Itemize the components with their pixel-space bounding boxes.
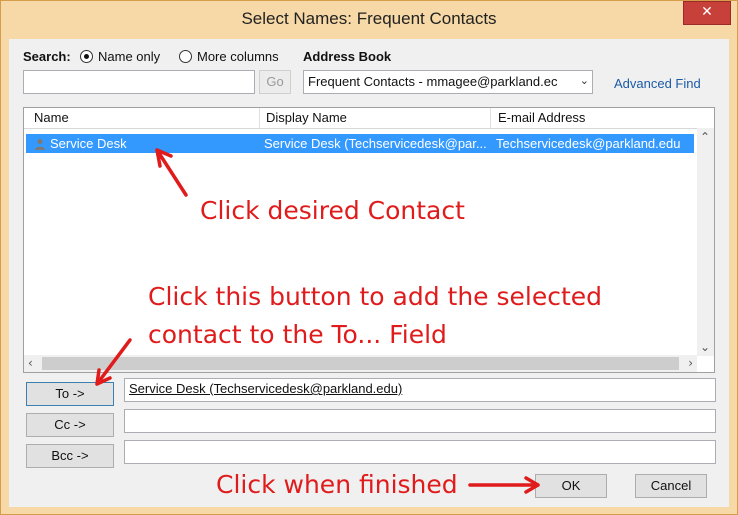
search-input[interactable]	[23, 70, 255, 94]
radio-more-columns[interactable]	[179, 50, 192, 63]
list-header: Name Display Name E-mail Address	[24, 108, 714, 129]
window-title: Select Names: Frequent Contacts	[241, 9, 497, 28]
close-icon: ✕	[701, 4, 713, 20]
scroll-right-icon[interactable]: ›	[688, 356, 693, 370]
horizontal-scrollbar[interactable]: ‹ ›	[24, 355, 697, 372]
scroll-left-icon[interactable]: ‹	[28, 356, 33, 370]
column-divider[interactable]	[490, 108, 491, 128]
go-button[interactable]: Go	[259, 70, 291, 94]
annotation-click-contact: Click desired Contact	[200, 196, 465, 225]
title-bar[interactable]: Select Names: Frequent Contacts ✕	[1, 1, 737, 37]
close-button[interactable]: ✕	[683, 1, 731, 25]
column-divider[interactable]	[259, 108, 260, 128]
radio-name-only[interactable]	[80, 50, 93, 63]
dialog-window: Select Names: Frequent Contacts ✕ Search…	[0, 0, 738, 515]
to-field[interactable]: Service Desk (Techservicedesk@parkland.e…	[124, 378, 716, 402]
scroll-up-icon[interactable]: ⌃	[700, 130, 710, 144]
bcc-field[interactable]	[124, 440, 716, 464]
scrollbar-thumb[interactable]	[42, 357, 679, 370]
address-book-value: Frequent Contacts - mmagee@parkland.ec	[308, 74, 558, 89]
column-header-display-name[interactable]: Display Name	[266, 110, 347, 125]
to-button[interactable]: To ->	[26, 382, 114, 406]
vertical-scrollbar[interactable]: ⌃ ⌄	[697, 128, 714, 356]
cancel-button[interactable]: Cancel	[635, 474, 707, 498]
radio-name-only-label: Name only	[98, 49, 161, 64]
ok-button[interactable]: OK	[535, 474, 607, 498]
advanced-find-link[interactable]: Advanced Find	[614, 76, 701, 91]
radio-more-columns-label: More columns	[197, 49, 279, 64]
person-icon	[35, 138, 45, 150]
dialog-body: Search: Name only More columns Address B…	[9, 39, 729, 507]
bcc-button[interactable]: Bcc ->	[26, 444, 114, 468]
column-header-name[interactable]: Name	[34, 110, 69, 125]
contact-row-selected[interactable]: Service Desk Service Desk (Techservicede…	[26, 134, 694, 153]
cc-button[interactable]: Cc ->	[26, 413, 114, 437]
contact-email: Techservicedesk@parkland.edu	[496, 136, 681, 151]
address-book-select[interactable]: Frequent Contacts - mmagee@parkland.ec ⌄	[303, 70, 593, 94]
scroll-down-icon[interactable]: ⌄	[700, 340, 710, 354]
annotation-add-line2: contact to the To... Field	[148, 320, 447, 349]
annotation-add-line1: Click this button to add the selected	[148, 282, 603, 311]
cc-field[interactable]	[124, 409, 716, 433]
contact-display-name: Service Desk (Techservicedesk@par...	[264, 136, 487, 151]
annotation-finish: Click when finished	[216, 470, 458, 499]
address-book-label: Address Book	[303, 49, 392, 64]
column-header-email[interactable]: E-mail Address	[498, 110, 585, 125]
contact-name: Service Desk	[50, 136, 127, 151]
chevron-down-icon: ⌄	[579, 74, 589, 87]
search-label: Search:	[23, 49, 71, 64]
